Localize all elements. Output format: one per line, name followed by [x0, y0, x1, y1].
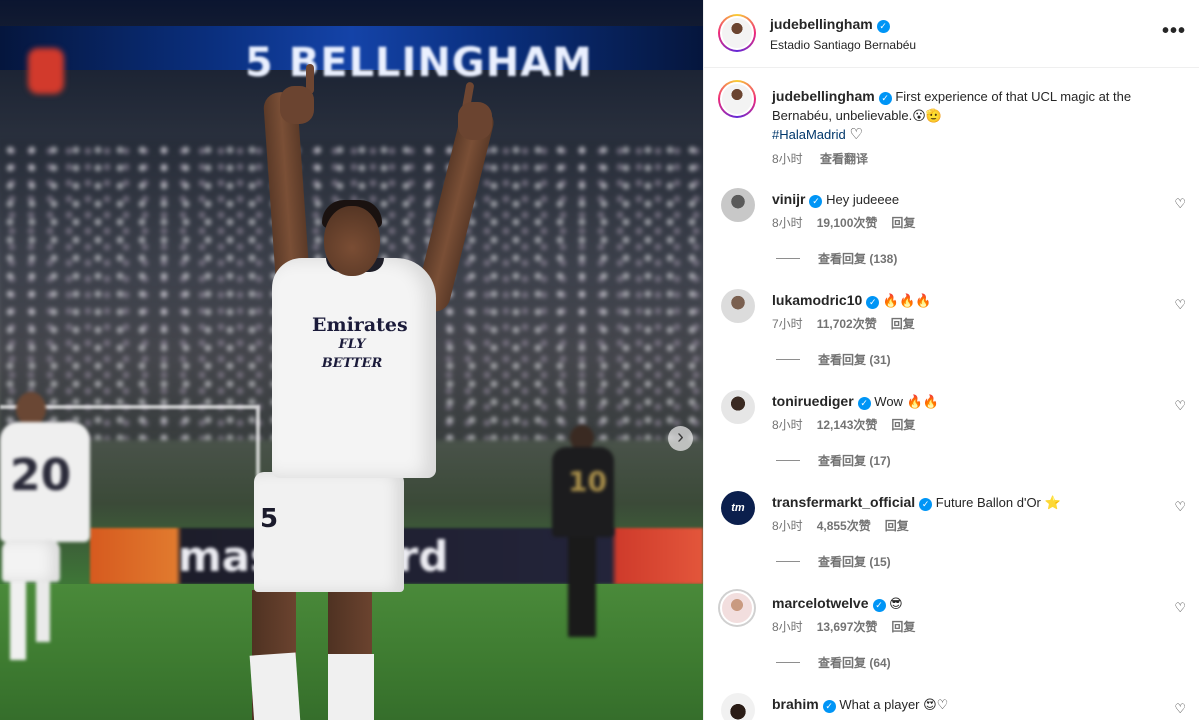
post-photo: 5 BELLINGHAM mastercard 20 10 5 Emirates… — [0, 0, 703, 720]
chevron-right-icon: › — [677, 426, 684, 448]
background-player-left: 20 — [0, 392, 100, 672]
author-avatar[interactable] — [718, 14, 756, 52]
shirt-sponsor: Emirates FLY BETTER — [312, 314, 408, 372]
view-replies-button[interactable]: 查看回复 (64) — [776, 654, 891, 671]
author-username[interactable]: judebellingham — [770, 16, 873, 32]
commenter-avatar[interactable] — [721, 390, 755, 424]
view-replies-button[interactable]: 查看回复 (17) — [776, 452, 891, 469]
commenter-avatar[interactable] — [721, 289, 755, 323]
like-comment-heart-icon[interactable]: ♡ — [1174, 600, 1186, 616]
commenter-avatar[interactable] — [721, 693, 755, 720]
view-replies-button[interactable]: 查看回复 (138) — [776, 250, 897, 267]
verified-badge-icon: ✓ — [872, 599, 886, 612]
more-options-button[interactable]: ••• — [1162, 20, 1186, 43]
commenter-username[interactable]: toniruediger — [772, 393, 854, 409]
comment-time: 8小时 — [772, 216, 803, 230]
heart-icon: ♡ — [849, 126, 863, 143]
verified-badge-icon: ✓ — [809, 195, 823, 208]
caption-time: 8小时 — [772, 152, 803, 166]
transfermarkt-logo-avatar[interactable]: tm — [721, 491, 755, 525]
player-head — [324, 206, 380, 276]
comment-text: Wow 🔥🔥 — [874, 394, 939, 409]
commenter-username[interactable]: brahim — [772, 696, 819, 712]
hashtag-link[interactable]: #HalaMadrid — [772, 127, 846, 142]
like-comment-heart-icon[interactable]: ♡ — [1174, 398, 1186, 414]
verified-badge-icon: ✓ — [822, 700, 836, 713]
translate-link[interactable]: 查看翻译 — [820, 152, 868, 166]
post-location[interactable]: Estadio Santiago Bernabéu — [770, 38, 916, 52]
comment-text: Future Ballon d'Or ⭐ — [935, 495, 1061, 510]
comment-item: toniruediger ✓ Wow 🔥🔥 8小时 12,143次赞 回复 查看回复 … — [718, 390, 1188, 490]
commenter-username[interactable]: vinijr — [772, 191, 805, 207]
verified-badge-icon: ✓ — [857, 397, 871, 410]
caption-avatar[interactable] — [718, 80, 756, 118]
right-player-number: 10 — [568, 465, 607, 498]
reply-button[interactable]: 回复 — [885, 519, 909, 533]
post-header: judebellingham ✓ Estadio Santiago Bernabé… — [704, 0, 1199, 68]
comment-time: 8小时 — [772, 418, 803, 432]
like-comment-heart-icon[interactable]: ♡ — [1174, 701, 1186, 717]
comment-item: tm transfermarkt_official ✓ Future Ballon… — [718, 491, 1188, 591]
comment-likes[interactable]: 19,100次赞 — [817, 216, 878, 230]
carousel-next-button[interactable]: › — [668, 426, 693, 451]
comment-item: lukamodric10 ✓ 🔥🔥🔥 7小时 11,702次赞 回复 查看回复 (31… — [718, 289, 1188, 389]
verified-badge-icon: ✓ — [866, 296, 880, 309]
view-replies-button[interactable]: 查看回复 (31) — [776, 351, 891, 368]
comment-text: 😎 — [889, 596, 903, 611]
comment-time: 8小时 — [772, 620, 803, 634]
comment-time: 8小时 — [772, 519, 803, 533]
reply-button[interactable]: 回复 — [891, 216, 915, 230]
commenter-username[interactable]: transfermarkt_official — [772, 494, 915, 510]
like-comment-heart-icon[interactable]: ♡ — [1174, 297, 1186, 313]
comment-likes[interactable]: 11,702次赞 — [817, 317, 877, 331]
caption-username[interactable]: judebellingham — [772, 88, 875, 104]
post-sidebar: judebellingham ✓ Estadio Santiago Bernabé… — [703, 0, 1199, 720]
verified-badge-icon: ✓ — [919, 498, 933, 511]
led-red-logo — [28, 48, 64, 94]
commenter-avatar[interactable] — [718, 589, 756, 627]
like-comment-heart-icon[interactable]: ♡ — [1174, 196, 1186, 212]
shorts-number: 5 — [260, 504, 279, 534]
main-player: 5 Emirates FLY BETTER — [248, 64, 508, 720]
like-comment-heart-icon[interactable]: ♡ — [1174, 499, 1186, 515]
verified-badge-icon: ✓ — [878, 92, 892, 105]
background-player-right: 10 — [548, 425, 628, 645]
reply-button[interactable]: 回复 — [891, 418, 915, 432]
comment-text: 🔥🔥🔥 — [882, 293, 932, 308]
comment-item: brahim ✓ What a player 😍♡ ♡ — [718, 693, 1188, 720]
comment-text: What a player 😍♡ — [839, 697, 949, 712]
comment-time: 7小时 — [772, 317, 803, 331]
comment-likes[interactable]: 12,143次赞 — [817, 418, 878, 432]
commenter-username[interactable]: lukamodric10 — [772, 292, 862, 308]
comment-text: Hey judeeee — [826, 192, 900, 207]
verified-badge-icon: ✓ — [876, 20, 890, 33]
reply-button[interactable]: 回复 — [891, 620, 915, 634]
comment-likes[interactable]: 13,697次赞 — [817, 620, 878, 634]
commenter-avatar[interactable] — [721, 188, 755, 222]
commenter-username[interactable]: marcelotwelve — [772, 595, 869, 611]
reply-button[interactable]: 回复 — [891, 317, 915, 331]
left-player-number: 20 — [10, 450, 72, 501]
comment-likes[interactable]: 4,855次赞 — [817, 519, 871, 533]
view-replies-button[interactable]: 查看回复 (15) — [776, 553, 891, 570]
comment-item: vinijr ✓ Hey judeeee 8小时 19,100次赞 回复 查看回复 (… — [718, 188, 1188, 288]
more-horizontal-icon: ••• — [1161, 20, 1186, 42]
comment-item: marcelotwelve ✓ 😎 8小时 13,697次赞 回复 查看回复 (64)… — [718, 589, 1188, 692]
